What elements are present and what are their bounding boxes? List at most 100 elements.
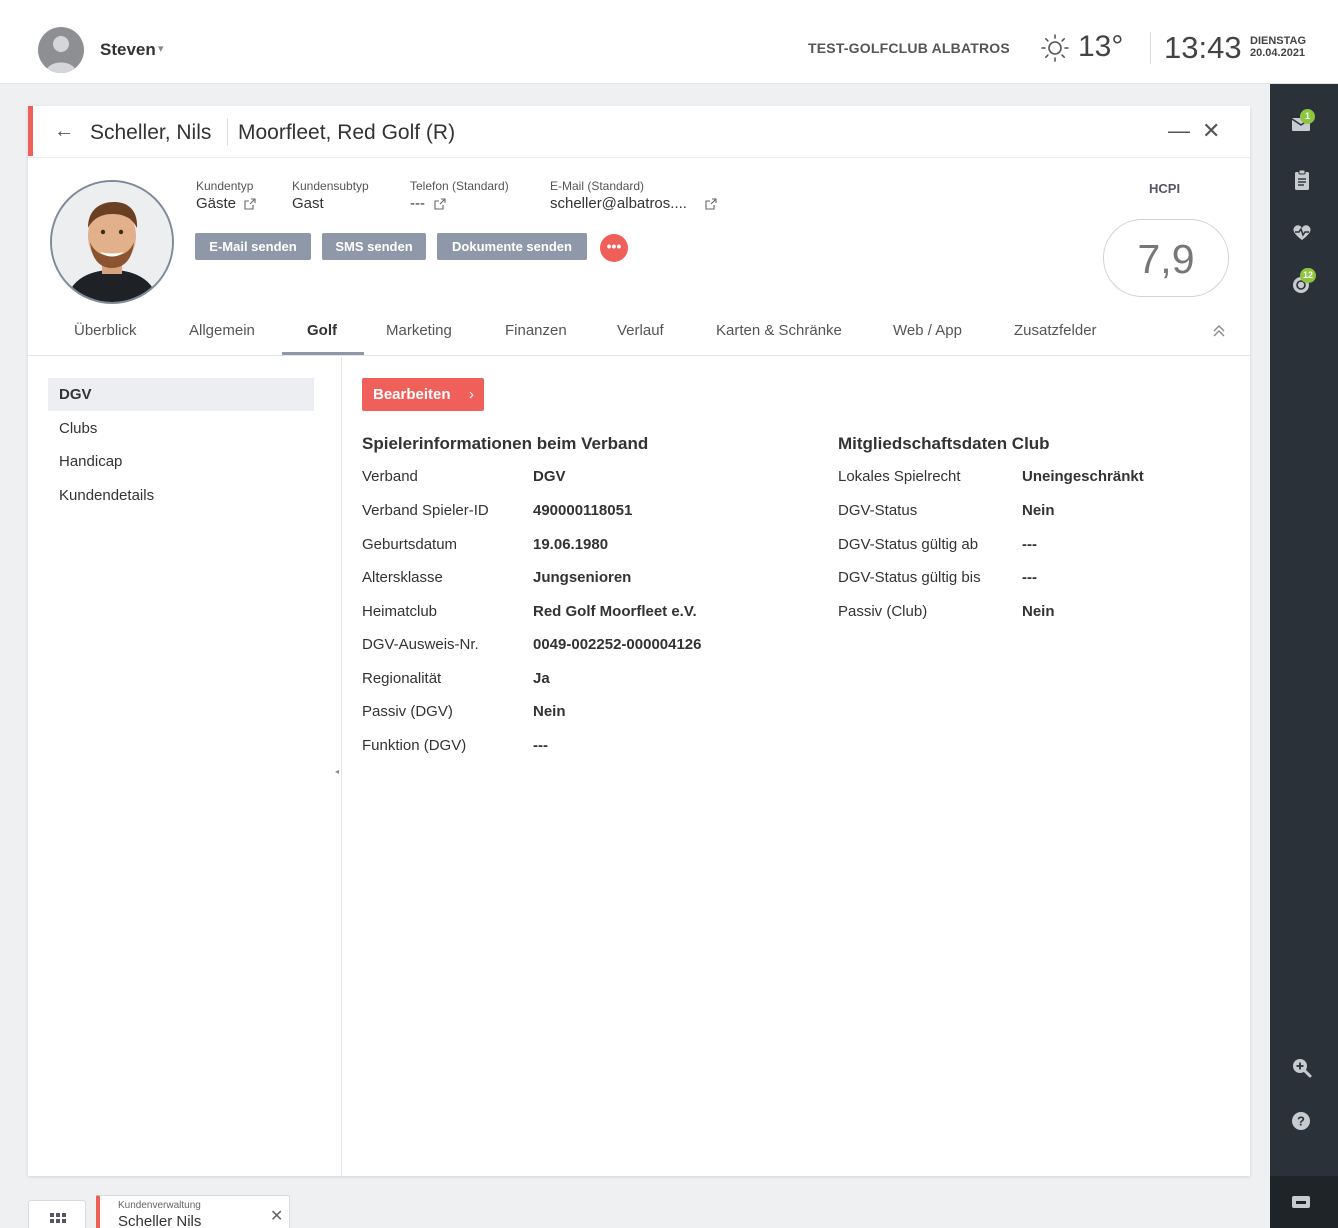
drawer-icon xyxy=(1292,1196,1310,1208)
tab-web-app[interactable]: Web / App xyxy=(893,322,962,339)
tab-finanzen[interactable]: Finanzen xyxy=(505,322,567,339)
field-label: Funktion (DGV) xyxy=(362,737,467,754)
profile-photo[interactable] xyxy=(50,180,174,304)
task-tab-title: Scheller Nils xyxy=(118,1213,202,1228)
right-rail: 1 12 ? xyxy=(1270,84,1338,1228)
send-documents-button[interactable]: Dokumente senden xyxy=(437,233,587,260)
field-label: Geburtsdatum xyxy=(362,536,458,553)
customer-card: ← Scheller, Nils Moorfleet, Red Golf (R)… xyxy=(28,106,1250,1176)
golf-badge: 12 xyxy=(1300,268,1317,283)
kundensubtyp-value: Gast xyxy=(292,195,324,212)
field-value: --- xyxy=(1022,536,1037,553)
chevron-down-icon[interactable]: ▾ xyxy=(158,42,164,55)
help-button[interactable]: ? xyxy=(1290,1110,1314,1134)
tab-zusatzfelder[interactable]: Zusatzfelder xyxy=(1014,322,1097,339)
field-value: Red Golf Moorfleet e.V. xyxy=(533,603,697,620)
resize-handle-icon[interactable]: ◂ xyxy=(335,767,339,776)
top-bar: Steven ▾ TEST-GOLFCLUB ALBATROS 13° 13:4… xyxy=(0,0,1338,84)
nav-item-kundendetails[interactable]: Kundendetails xyxy=(48,479,314,512)
temperature: 13° xyxy=(1078,30,1124,63)
rail-footer xyxy=(1270,1176,1338,1228)
user-name[interactable]: Steven xyxy=(100,40,156,60)
chevron-right-icon: › xyxy=(469,386,474,403)
tab-verlauf[interactable]: Verlauf xyxy=(617,322,664,339)
card-header: ← Scheller, Nils Moorfleet, Red Golf (R)… xyxy=(28,106,1250,158)
field-value: DGV xyxy=(533,468,566,485)
field-value: --- xyxy=(1022,569,1037,586)
field-label: DGV-Status xyxy=(838,502,918,519)
more-button[interactable]: ••• xyxy=(600,234,628,262)
title-divider xyxy=(227,118,228,146)
user-silhouette-icon xyxy=(46,36,76,73)
customer-club: Moorfleet, Red Golf (R) xyxy=(238,121,456,144)
section-nav: DGV Clubs Handicap Kundendetails ◂ xyxy=(28,357,342,1176)
zoom-button[interactable] xyxy=(1290,1056,1314,1080)
tab-allgemein[interactable]: Allgemein xyxy=(189,322,255,339)
heart-pulse-icon xyxy=(1293,225,1311,240)
tab-marketing[interactable]: Marketing xyxy=(386,322,452,339)
apps-button[interactable] xyxy=(28,1200,86,1228)
drawer-button[interactable] xyxy=(1290,1190,1314,1214)
field-label: Lokales Spielrecht xyxy=(838,468,961,485)
field-value: Nein xyxy=(533,703,566,720)
external-link-icon[interactable] xyxy=(705,198,717,210)
edit-button[interactable]: Bearbeiten › xyxy=(362,378,484,411)
nav-item-handicap[interactable]: Handicap xyxy=(48,445,314,478)
date: 20.04.2021 xyxy=(1250,47,1306,59)
field-label: Altersklasse xyxy=(362,569,443,586)
mail-badge: 1 xyxy=(1300,109,1315,124)
back-arrow-icon[interactable]: ← xyxy=(54,120,74,143)
minimize-button[interactable]: — xyxy=(1168,118,1190,144)
spieler-section-title: Spielerinformationen beim Verband xyxy=(362,434,649,453)
field-label: Passiv (Club) xyxy=(838,603,928,620)
field-label: Heimatclub xyxy=(362,603,438,620)
help-icon: ? xyxy=(1292,1112,1310,1130)
clipboard-button[interactable] xyxy=(1290,168,1314,192)
grid-icon xyxy=(50,1213,66,1223)
send-email-button[interactable]: E-Mail senden xyxy=(195,233,311,260)
tab-golf[interactable]: Golf xyxy=(307,322,337,339)
nav-item-dgv[interactable]: DGV xyxy=(48,378,314,411)
golf-button[interactable]: 12 xyxy=(1290,268,1317,296)
kundensubtyp-label: Kundensubtyp xyxy=(292,179,369,193)
svg-text:?: ? xyxy=(1297,1114,1305,1129)
close-icon[interactable]: ✕ xyxy=(270,1206,283,1226)
external-link-icon[interactable] xyxy=(434,198,446,210)
active-tab-indicator xyxy=(282,352,364,355)
field-value: --- xyxy=(533,737,548,754)
customer-name: Scheller, Nils xyxy=(90,121,212,144)
telefon-label: Telefon (Standard) xyxy=(410,179,509,193)
kundentyp-value: Gäste xyxy=(196,195,237,212)
field-value: Jungsenioren xyxy=(533,569,632,586)
user-avatar[interactable] xyxy=(38,27,84,73)
clipboard-icon xyxy=(1295,169,1309,190)
tab-karten-schraenke[interactable]: Karten & Schränke xyxy=(716,322,842,339)
close-button[interactable]: ✕ xyxy=(1202,118,1220,144)
task-tab-kundenverwaltung[interactable]: Kundenverwaltung Scheller Nils ✕ xyxy=(96,1195,290,1228)
kundentyp-label: Kundentyp xyxy=(196,179,254,193)
field-value: Nein xyxy=(1022,603,1055,620)
field-label: Verband Spieler-ID xyxy=(362,502,489,519)
collapse-up-icon[interactable] xyxy=(1212,324,1226,338)
club-name: TEST-GOLFCLUB ALBATROS xyxy=(808,40,1010,56)
sun-icon xyxy=(1041,34,1069,62)
telefon-value: --- xyxy=(410,195,425,212)
hcpi-label: HCPI xyxy=(1149,181,1181,196)
field-value: Nein xyxy=(1022,502,1055,519)
field-value: Uneingeschränkt xyxy=(1022,468,1144,485)
field-value: Ja xyxy=(533,670,550,687)
email-value: scheller@albatros.... xyxy=(550,195,687,212)
send-sms-button[interactable]: SMS senden xyxy=(322,233,426,260)
date-display: DIENSTAG 20.04.2021 xyxy=(1250,35,1306,59)
health-button[interactable] xyxy=(1290,220,1314,244)
external-link-icon[interactable] xyxy=(244,198,256,210)
field-label: DGV-Status gültig ab xyxy=(838,536,979,553)
tab-ueberblick[interactable]: Überblick xyxy=(74,322,137,339)
email-label: E-Mail (Standard) xyxy=(550,179,645,193)
field-value: 490000118051 xyxy=(533,502,633,519)
nav-item-clubs[interactable]: Clubs xyxy=(48,412,314,445)
edit-button-label: Bearbeiten xyxy=(373,386,451,403)
mail-button[interactable]: 1 xyxy=(1290,109,1315,136)
field-label: Regionalität xyxy=(362,670,442,687)
hcpi-value: 7,9 xyxy=(1103,219,1229,297)
